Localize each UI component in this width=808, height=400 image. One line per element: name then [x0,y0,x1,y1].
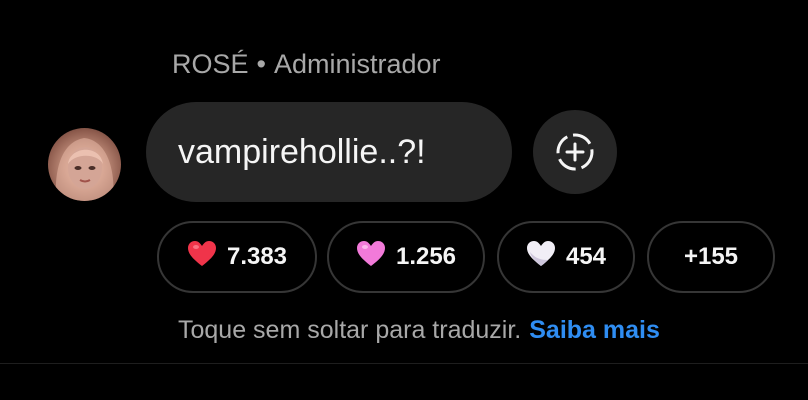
reactions-bar: 7.383 1.256 454 +155 [157,221,777,295]
reaction-more[interactable]: +155 [647,221,775,293]
translate-hint: Toque sem soltar para traduzir. Saiba mai… [178,310,660,350]
reaction-white-heart[interactable]: 454 [497,221,635,293]
message-bubble[interactable]: vampirehollie..?! [146,102,512,202]
reaction-count: 454 [565,243,607,270]
translate-hint-text: Toque sem soltar para traduzir. [178,316,522,344]
sender-line: ROSÉ • Administrador [172,44,441,84]
pink-heart-icon [356,240,386,275]
message-thread: ROSÉ • Administrador vampirehollie..?! 7.3… [0,0,808,400]
add-reaction-icon [556,133,594,171]
avatar-portrait-icon [55,138,114,201]
reaction-count: 1.256 [395,243,457,270]
divider [0,363,808,364]
sender-separator: • [256,49,266,79]
message-text: vampirehollie..?! [178,132,426,171]
sender-name: ROSÉ [172,49,249,79]
red-heart-icon [187,240,217,275]
avatar[interactable] [48,128,121,201]
reaction-more-count: +155 [683,243,739,270]
reaction-count: 7.383 [226,243,288,270]
add-reaction-button[interactable] [533,110,617,194]
reaction-pink-heart[interactable]: 1.256 [327,221,485,293]
reaction-red-heart[interactable]: 7.383 [157,221,317,293]
white-heart-icon [526,240,556,275]
sender-role: Administrador [273,49,441,79]
learn-more-link[interactable]: Saiba mais [529,316,660,344]
